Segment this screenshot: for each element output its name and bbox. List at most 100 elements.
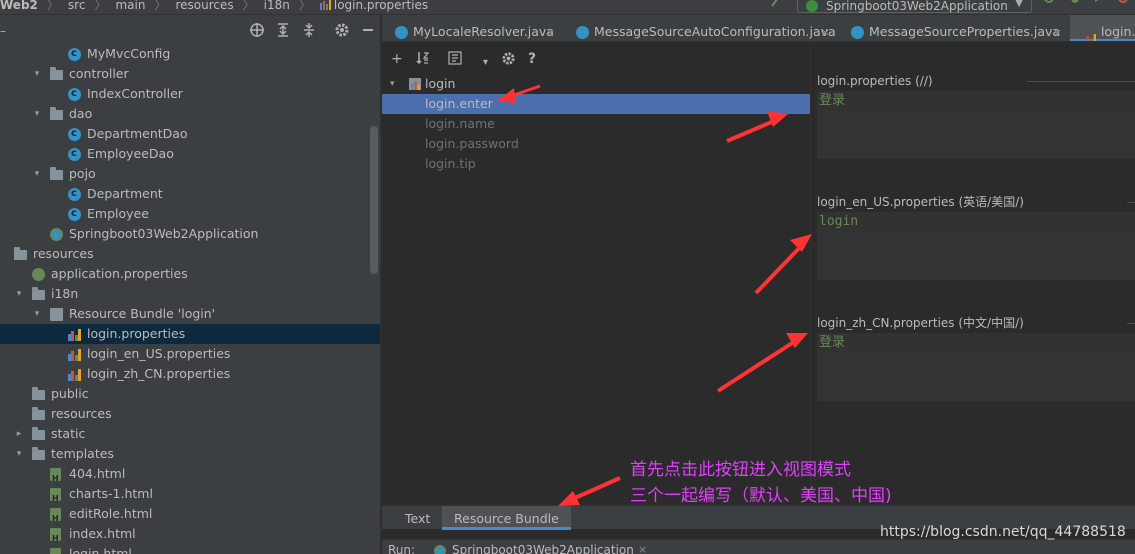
tree-item[interactable]: ▾ dao	[0, 104, 380, 124]
tree-item[interactable]: Springboot03Web2Application	[0, 224, 380, 244]
refresh-icon[interactable]	[1043, 0, 1055, 8]
tree-item[interactable]: DepartmentDao	[0, 124, 380, 144]
tree-item[interactable]: editRole.html	[0, 504, 380, 529]
tree-item[interactable]: 404.html	[0, 464, 380, 489]
breadcrumb-separator: 〉	[46, 0, 59, 12]
tree-item[interactable]: ▾ templates	[0, 444, 380, 464]
debug-bug-icon[interactable]	[1069, 0, 1081, 8]
tree-item[interactable]: resources	[0, 404, 380, 424]
tree-item[interactable]: ▾ pojo	[0, 164, 380, 184]
tab-resource-bundle[interactable]: Resource Bundle	[442, 506, 571, 530]
current-line-highlight	[817, 91, 1135, 111]
tree-item[interactable]: login_zh_CN.properties	[0, 364, 380, 384]
tree-item[interactable]: ▾ Resource Bundle 'login'	[0, 304, 380, 324]
editor-tab[interactable]: MessageSourceProperties.java ×	[838, 15, 1070, 41]
tree-item-label: login.html	[69, 546, 132, 554]
hide-panel-icon[interactable]	[360, 22, 376, 38]
breadcrumb-item-file[interactable]: login.properties	[334, 0, 428, 12]
tree-item-label: IndexController	[87, 86, 183, 101]
close-icon[interactable]: ×	[638, 540, 647, 554]
chevron-down-icon[interactable]: ▾	[14, 444, 24, 464]
java-class-icon	[851, 26, 864, 39]
tree-item[interactable]: IndexController	[0, 84, 380, 104]
property-key-label: login.name	[425, 116, 495, 131]
property-key-item[interactable]: login.tip	[382, 154, 810, 174]
tree-item[interactable]: ▸ static	[0, 424, 380, 444]
class-icon	[68, 44, 81, 64]
breadcrumb-item-main[interactable]: main	[115, 0, 145, 12]
close-icon[interactable]: ×	[1053, 25, 1062, 41]
tree-item[interactable]: login.html	[0, 544, 380, 554]
tree-item[interactable]: application.properties	[0, 264, 380, 284]
tree-item[interactable]: charts-1.html	[0, 484, 380, 509]
chevron-right-icon[interactable]: ▸	[14, 424, 24, 444]
spring-icon	[32, 268, 45, 281]
run-tab-name[interactable]: Springboot03Web2Application	[452, 540, 634, 554]
property-value-text: login	[819, 214, 859, 229]
html-icon	[50, 548, 61, 554]
property-file-title: login.properties (//)	[817, 71, 1135, 91]
chevron-down-icon[interactable]: ▾	[14, 284, 24, 304]
close-icon[interactable]: ×	[821, 25, 830, 41]
run-configuration-dropdown[interactable]: Springboot03Web2Application ▼	[797, 0, 1032, 13]
tab-text[interactable]: Text	[393, 506, 442, 530]
property-key-item[interactable]: login.enter	[382, 94, 810, 114]
property-key-item[interactable]: login.name	[382, 114, 810, 134]
html-icon	[50, 488, 61, 509]
property-key-item[interactable]: login.password	[382, 134, 810, 154]
sort-alphabetically-icon[interactable]	[416, 51, 430, 65]
properties-file-icon	[319, 0, 331, 10]
breadcrumb-item-module[interactable]: Web2	[0, 0, 38, 12]
tree-item[interactable]: ▾ controller	[0, 64, 380, 84]
collapse-all-icon[interactable]	[301, 22, 317, 38]
tree-item[interactable]: login.properties	[0, 324, 380, 344]
locate-crosshair-icon[interactable]	[249, 22, 265, 38]
coverage-icon[interactable]	[1093, 0, 1105, 8]
gear-icon[interactable]	[334, 22, 350, 38]
bundle-root-node[interactable]: ▾ login	[382, 74, 810, 94]
chevron-down-icon[interactable]: ▾	[32, 104, 42, 124]
editor-tab[interactable]: MyLocaleResolver.java ×	[382, 15, 563, 41]
editor-tab-label: login.p	[1101, 24, 1135, 39]
group-by-prefix-icon[interactable]	[448, 51, 462, 65]
chevron-down-icon[interactable]: ▾	[390, 74, 395, 94]
editor-tab-bar: MyLocaleResolver.java × MessageSourceAutoC…	[382, 15, 1135, 42]
breadcrumb-item-src[interactable]: src	[68, 0, 86, 12]
chevron-down-icon[interactable]: ▾	[32, 64, 42, 84]
tree-item[interactable]: Employee	[0, 204, 380, 224]
editor-tab[interactable]: login.p	[1070, 15, 1135, 41]
tree-item[interactable]: Department	[0, 184, 380, 204]
breadcrumb-item-i18n[interactable]: i18n	[264, 0, 290, 12]
tree-item[interactable]: resources	[0, 244, 380, 264]
tree-item[interactable]: ▾ i18n	[0, 284, 380, 304]
html-icon	[50, 468, 61, 489]
tree-item-label: Department	[87, 186, 163, 201]
chevron-down-icon[interactable]: ▾	[32, 304, 42, 324]
help-icon[interactable]: ?	[528, 51, 536, 67]
profile-icon[interactable]	[1117, 0, 1129, 8]
tree-item[interactable]: EmployeeDao	[0, 144, 380, 164]
tree-item[interactable]: MyMvcConfig	[0, 44, 380, 64]
property-file-title-text: login_zh_CN.properties (中文/中国/)	[817, 316, 1024, 330]
properties-file-icon	[1083, 26, 1096, 41]
close-icon[interactable]: ×	[546, 25, 555, 41]
property-value-editor[interactable]: 登录	[817, 91, 1135, 159]
expand-all-icon[interactable]	[275, 22, 291, 38]
tree-item[interactable]: login_en_US.properties	[0, 344, 380, 364]
chevron-down-icon[interactable]: ▾	[32, 164, 42, 184]
panel-title-fragment: –	[0, 24, 6, 38]
project-tree-scrollbar[interactable]	[370, 126, 378, 274]
property-value-editor[interactable]: 登录	[817, 333, 1135, 401]
chevron-down-icon[interactable]: ▾	[483, 55, 488, 71]
breadcrumb-item-resources[interactable]: resources	[175, 0, 233, 12]
gear-icon[interactable]	[501, 51, 516, 66]
tree-item[interactable]: index.html	[0, 524, 380, 549]
build-hammer-icon[interactable]	[770, 0, 782, 8]
add-property-icon[interactable]: +	[391, 51, 403, 67]
java-class-icon	[395, 26, 408, 39]
title-divider	[1027, 81, 1135, 82]
editor-tab[interactable]: MessageSourceAutoConfiguration.java ×	[563, 15, 838, 41]
property-value-editor[interactable]: login	[817, 212, 1135, 280]
tree-item[interactable]: public	[0, 384, 380, 404]
run-configuration-name: Springboot03Web2Application	[826, 0, 1008, 13]
